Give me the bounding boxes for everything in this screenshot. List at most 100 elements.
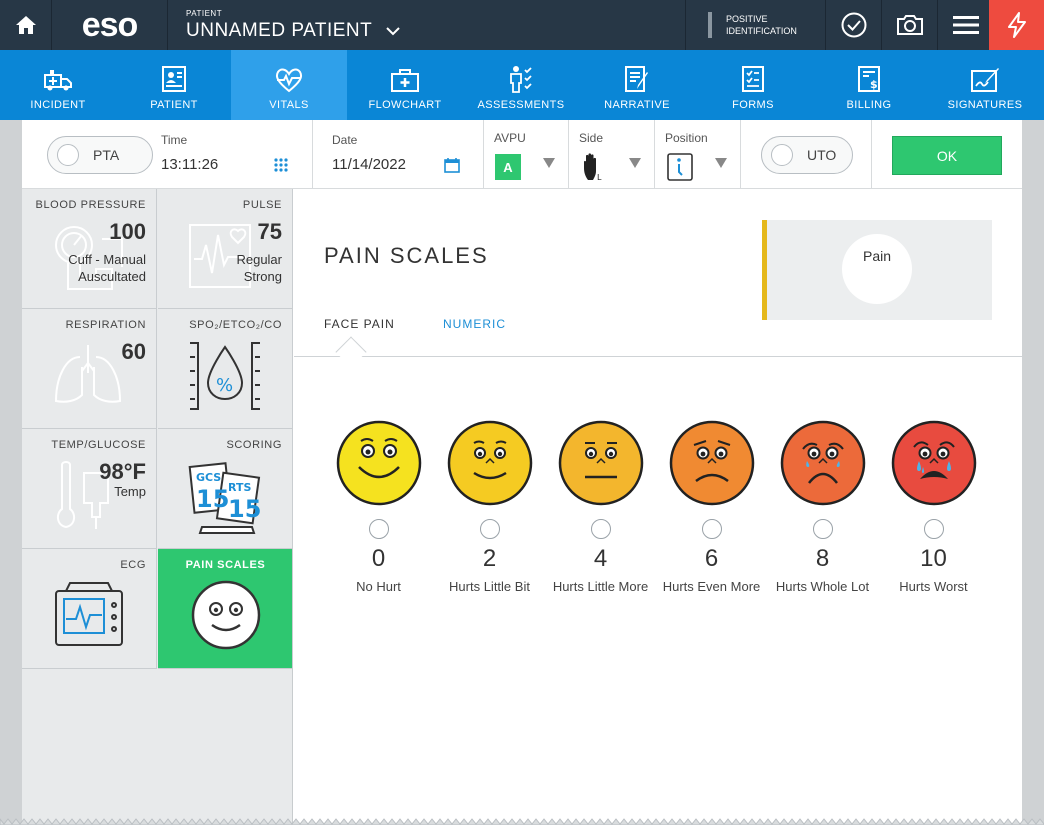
nav-label: VITALS [269,99,309,111]
nav-label: FLOWCHART [368,99,442,111]
nav-forms[interactable]: FORMS [695,50,811,120]
pta-toggle[interactable]: PTA [47,136,153,174]
nav-vitals[interactable]: VITALS [231,50,347,120]
divider [740,120,741,188]
pain-option-0[interactable]: 0 No Hurt [323,419,434,595]
nav-incident[interactable]: INCIDENT [0,50,116,120]
keypad-icon[interactable] [274,158,288,172]
tile-ecg[interactable]: ECG [22,549,157,669]
tile-pulse[interactable]: PULSE 75 Regular Strong [158,189,293,309]
tile-title: RESPIRATION [65,319,146,331]
face-hurts-little-more-icon [558,420,643,506]
side-dropdown-caret[interactable] [629,158,641,168]
pain-radio[interactable] [923,519,944,539]
pain-option-2[interactable]: 2 Hurts Little Bit [434,419,545,595]
temperature-type: Temp [114,484,146,499]
divider [871,120,872,188]
nav-label: INCIDENT [30,99,86,111]
temperature-value: 98°F [99,459,146,484]
patient-name-row: UNNAMED PATIENT [186,20,400,42]
nav-assessments[interactable]: ASSESSMENTS [463,50,579,120]
pain-radio[interactable] [590,519,611,539]
hand-icon[interactable]: L [582,152,604,182]
nav-narrative[interactable]: NARRATIVE [579,50,695,120]
patient-selector[interactable]: PATIENT UNNAMED PATIENT [186,0,426,50]
avpu-badge[interactable]: A [495,154,521,180]
home-button[interactable] [0,0,52,50]
pain-option-8[interactable]: 8 Hurts Whole Lot [767,419,878,595]
position-dropdown-caret[interactable] [715,158,727,168]
pta-label: PTA [93,147,120,163]
date-value[interactable]: 11/14/2022 [332,156,406,173]
tile-temp-glucose[interactable]: TEMP/GLUCOSE 98°F Temp [22,429,157,549]
pain-scales-panel: PAIN SCALES Pain FACE PAIN NUMERIC 0 No … [294,189,1022,825]
tile-title: ECG [120,559,146,571]
gcs-value: 15 [196,485,229,513]
nav-label: SIGNATURES [947,99,1023,111]
time-value[interactable]: 13:11:26 [161,156,218,173]
patient-name: UNNAMED PATIENT [186,20,373,41]
tile-pain-scales[interactable]: PAIN SCALES [158,549,293,669]
face-hurts-worst-icon [891,420,976,506]
gcs-rts-score-icon: GCS 15 RTS 15 [188,462,261,534]
person-checklist-icon [510,66,532,93]
eso-logo: eso [52,0,168,50]
pain-radio[interactable] [368,519,389,539]
calendar-icon[interactable] [444,157,460,173]
pain-radio[interactable] [479,519,500,539]
nav-billing[interactable]: $ BILLING [811,50,927,120]
respiration-value: 60 [121,339,146,364]
pain-radio[interactable] [701,519,722,539]
position-label: Position [665,131,708,145]
pain-option-10[interactable]: 10 Hurts Worst [878,419,989,595]
top-bar: eso PATIENT UNNAMED PATIENT POSITIVE IDE… [0,0,1044,50]
pain-option-6[interactable]: 6 Hurts Even More [656,419,767,595]
tile-title: BLOOD PRESSURE [35,199,146,211]
divider [483,120,484,188]
bp-value: 100 [109,219,146,244]
pain-radio[interactable] [812,519,833,539]
check-circle-icon [841,12,866,38]
hamburger-menu-icon [952,16,979,34]
pulse-value: 75 [257,219,282,244]
pain-label: Hurts Even More [662,579,761,594]
pulse-strength: Strong [243,269,282,284]
pain-option-4[interactable]: 4 Hurts Little More [545,419,656,595]
position-standing-icon[interactable] [667,153,693,181]
nav-flowchart[interactable]: FLOWCHART [347,50,463,120]
home-icon [15,16,36,34]
oxygen-drop-icon: % [190,342,260,410]
camera-button[interactable] [881,0,937,50]
avpu-dropdown-caret[interactable] [543,158,555,168]
page-title: PAIN SCALES [324,243,489,268]
lungs-icon [54,345,122,403]
tile-respiration[interactable]: RESPIRATION 60 [22,309,157,429]
tab-numeric[interactable]: NUMERIC [443,317,506,331]
uto-toggle[interactable]: UTO [761,136,853,174]
side-label: Side [579,131,604,145]
tile-blood-pressure[interactable]: BLOOD PRESSURE 100 Cuff - Manual Auscult… [22,189,157,309]
check-button[interactable] [825,0,881,50]
time-label: Time [161,133,188,147]
pain-label: Hurts Little More [552,579,649,594]
lightning-icon [1007,12,1026,38]
uto-label: UTO [807,147,837,163]
gcs-label: GCS [196,471,221,484]
pain-score: 10 [920,545,947,572]
nav-patient[interactable]: PATIENT [116,50,232,120]
tile-scoring[interactable]: GCS 15 RTS 15 SCORING [158,429,293,549]
positive-identification-button[interactable]: POSITIVE IDENTIFICATION [685,0,825,50]
smiley-face-icon [191,580,261,650]
pain-score: 0 [371,545,386,572]
date-label: Date [332,133,358,147]
ok-button[interactable]: OK [892,136,1002,175]
face-hurts-whole-lot-icon [780,420,865,506]
menu-button[interactable] [937,0,993,50]
quick-action-button[interactable] [989,0,1044,50]
tab-face-pain[interactable]: FACE PAIN [324,317,395,331]
pain-scale-tabs: FACE PAIN NUMERIC [294,307,1022,368]
vitals-sidebar: BLOOD PRESSURE 100 Cuff - Manual Auscult… [22,189,293,825]
tile-title: SCORING [226,439,282,451]
tile-spo2[interactable]: % SPO₂/ETCO₂/CO [158,309,293,429]
nav-signatures[interactable]: SIGNATURES [927,50,1043,120]
